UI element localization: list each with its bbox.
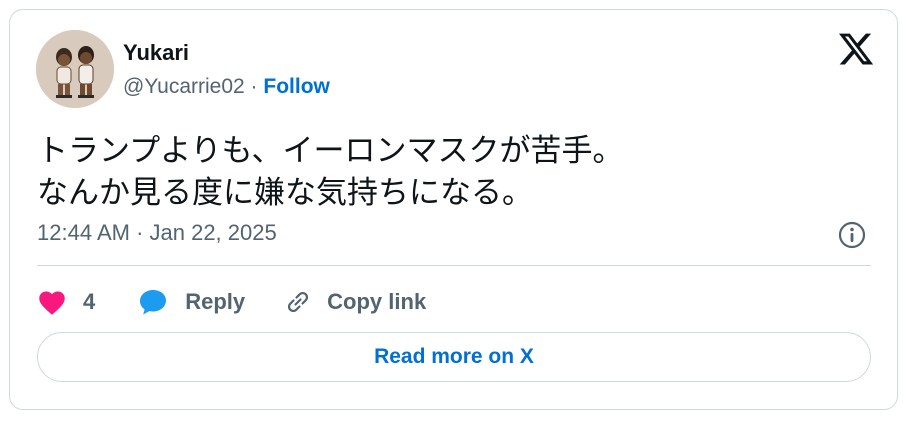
read-more-button[interactable]: Read more on X bbox=[37, 332, 871, 382]
display-name[interactable]: Yukari bbox=[123, 40, 189, 66]
divider bbox=[37, 265, 871, 266]
tweet-text: トランプよりも、イーロンマスクが苦手。 なんか見る度に嫌な気持ちになる。 bbox=[37, 130, 624, 214]
copy-link-button[interactable]: Copy link bbox=[283, 287, 426, 317]
avatar[interactable] bbox=[36, 30, 114, 108]
link-icon bbox=[283, 287, 313, 317]
handle-separator: · bbox=[244, 75, 264, 98]
like-count: 4 bbox=[83, 289, 96, 314]
copy-link-label: Copy link bbox=[327, 289, 427, 314]
tweet-text-line-2: なんか見る度に嫌な気持ちになる。 bbox=[37, 175, 533, 211]
tweet-text-line-1: トランプよりも、イーロンマスクが苦手。 bbox=[37, 133, 624, 169]
reply-button[interactable]: Reply bbox=[137, 287, 245, 317]
action-bar: 4 Reply Copy link bbox=[37, 282, 426, 322]
follow-button[interactable]: Follow bbox=[263, 75, 330, 98]
like-button[interactable]: 4 bbox=[37, 288, 95, 316]
avatar-illustration-icon bbox=[36, 30, 114, 108]
tweet-card: Yukari @Yucarrie02 · Follow トランプよりも、イーロン… bbox=[9, 9, 898, 410]
tweet-timestamp[interactable]: 12:44 AM · Jan 22, 2025 bbox=[37, 220, 277, 246]
user-handle[interactable]: @Yucarrie02 bbox=[123, 75, 245, 98]
speech-bubble-icon bbox=[137, 287, 169, 317]
x-logo-icon[interactable] bbox=[837, 30, 875, 68]
reply-label: Reply bbox=[185, 289, 246, 314]
handle-row: @Yucarrie02 · Follow bbox=[123, 75, 330, 99]
heart-icon bbox=[37, 288, 67, 316]
info-icon[interactable] bbox=[837, 220, 867, 250]
